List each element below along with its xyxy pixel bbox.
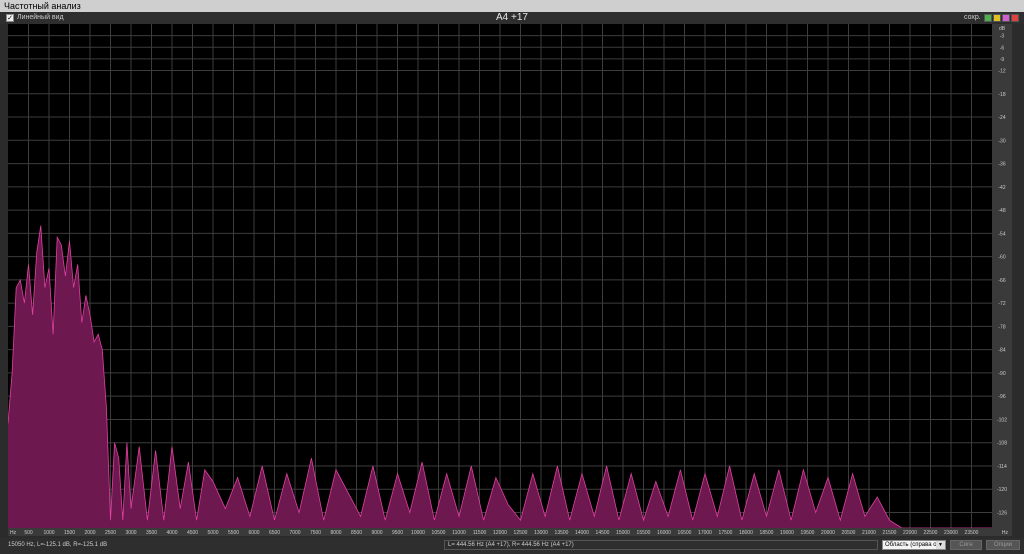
y-tick-label: -60: [998, 255, 1005, 261]
y-tick-label: -78: [998, 324, 1005, 330]
x-tick-label: 9000: [371, 530, 382, 536]
x-tick-label: 10000: [411, 530, 425, 536]
y-tick-label: -126: [997, 511, 1007, 517]
x-tick-label: 18500: [760, 530, 774, 536]
x-tick-label: 23500: [965, 530, 979, 536]
x-tick-label: 15500: [637, 530, 651, 536]
y-tick-label: -30: [998, 138, 1005, 144]
x-tick-label: 11000: [452, 530, 466, 536]
range-select[interactable]: Область (справа о ▼: [882, 540, 946, 550]
y-tick-label: -114: [997, 464, 1007, 470]
comp-label: сохр.: [964, 14, 981, 21]
y-tick-label: -36: [998, 162, 1005, 168]
x-tick-label: 17000: [698, 530, 712, 536]
y-tick-label: -84: [998, 348, 1005, 354]
x-tick-label: 23000: [944, 530, 958, 536]
cursor-readout: 15050 Hz, L=-125.1 dB, R=-125.1 dB: [8, 542, 108, 548]
x-tick-label: 14000: [575, 530, 589, 536]
note-label: A4 +17: [496, 12, 528, 23]
x-tick-label: 500: [24, 530, 33, 536]
x-tick-label: 15000: [616, 530, 630, 536]
x-tick-label: 14500: [596, 530, 610, 536]
x-tick-label: 7500: [310, 530, 321, 536]
x-tick-label: 3500: [146, 530, 157, 536]
x-axis: Hz 500 1000 1500 2000 2500 3000 3500 4000 4500 500…: [8, 528, 1012, 536]
x-tick-label: 6500: [269, 530, 280, 536]
x-tick-label: 8500: [351, 530, 362, 536]
y-tick-label: -9: [1000, 57, 1005, 63]
x-tick-label: 2500: [105, 530, 116, 536]
y-tick-label: -66: [998, 278, 1005, 284]
y-tick-label: -3: [1000, 34, 1005, 40]
window-title: Частотный анализ: [4, 1, 81, 11]
x-tick-label: 22000: [903, 530, 917, 536]
title-bar: Частотный анализ: [0, 0, 1024, 12]
y-tick-label: -48: [998, 208, 1005, 214]
y-tick-label: -96: [998, 394, 1005, 400]
x-tick-label: 17500: [719, 530, 733, 536]
x-tick-label: 19000: [780, 530, 794, 536]
x-tick-label: 16000: [657, 530, 671, 536]
x-tick-label: 21000: [862, 530, 876, 536]
signal-button[interactable]: Сигн: [950, 540, 982, 550]
y-tick-label: -102: [997, 417, 1007, 423]
x-tick-label: 22500: [924, 530, 938, 536]
spectrum-plot[interactable]: [7, 24, 992, 529]
x-tick-label: 12000: [493, 530, 507, 536]
x-tick-label: 5500: [228, 530, 239, 536]
spectrum-svg: [7, 24, 992, 529]
x-unit-label-end: Hz: [1002, 530, 1009, 536]
options-button[interactable]: Опции: [986, 540, 1020, 550]
y-tick-label: -72: [998, 301, 1005, 307]
x-tick-label: 8000: [330, 530, 341, 536]
pink-button[interactable]: [1002, 14, 1010, 22]
peak-readout: L= 444.56 Hz (A4 +17), R= 444.56 Hz (A4 …: [444, 540, 878, 550]
y-tick-label: -54: [998, 231, 1005, 237]
y-axis: dB -3 -6 -9 -12 -18 -24 -30 -36 -42 -48 -54 -60 -66 -7…: [992, 24, 1012, 528]
x-tick-label: 9500: [392, 530, 403, 536]
y-tick-label: -42: [998, 185, 1005, 191]
green-button[interactable]: [984, 14, 992, 22]
x-tick-label: 21500: [883, 530, 897, 536]
x-tick-label: 20000: [821, 530, 835, 536]
y-tick-label: -120: [997, 487, 1007, 493]
close-button[interactable]: [1011, 14, 1019, 22]
x-tick-label: 16500: [678, 530, 692, 536]
toolbar: ✓ Линейный вид A4 +17 сохр.: [0, 12, 1024, 24]
x-tick-label: 13000: [534, 530, 548, 536]
x-tick-label: 3000: [125, 530, 136, 536]
x-tick-label: 1500: [64, 530, 75, 536]
range-select-value: Область (справа о: [885, 542, 937, 548]
x-tick-label: 20500: [842, 530, 856, 536]
status-bar: 15050 Hz, L=-125.1 dB, R=-125.1 dB L= 44…: [0, 538, 1024, 554]
linear-view-checkbox[interactable]: ✓: [6, 14, 14, 22]
y-tick-label: -12: [998, 69, 1005, 75]
x-tick-label: 18000: [739, 530, 753, 536]
x-tick-label: 2000: [84, 530, 95, 536]
x-tick-label: 10500: [432, 530, 446, 536]
x-tick-label: 4500: [187, 530, 198, 536]
y-unit-label: dB: [999, 26, 1006, 32]
y-tick-label: -90: [998, 371, 1005, 377]
x-tick-label: 19500: [801, 530, 815, 536]
x-tick-label: 4000: [166, 530, 177, 536]
linear-view-label: Линейный вид: [17, 14, 64, 21]
x-tick-label: 11500: [473, 530, 487, 536]
x-tick-label: 5000: [207, 530, 218, 536]
yellow-button[interactable]: [993, 14, 1001, 22]
x-tick-label: 6000: [248, 530, 259, 536]
y-tick-label: -108: [997, 441, 1007, 447]
x-tick-label: 13500: [555, 530, 569, 536]
y-tick-label: -18: [998, 92, 1005, 98]
x-tick-label: 7000: [289, 530, 300, 536]
y-tick-label: -6: [1000, 45, 1005, 51]
x-tick-label: 12500: [514, 530, 528, 536]
y-tick-label: -24: [998, 115, 1005, 121]
x-tick-label: 1000: [43, 530, 54, 536]
x-unit-label: Hz: [10, 530, 17, 536]
chevron-down-icon[interactable]: ▼: [936, 541, 945, 549]
